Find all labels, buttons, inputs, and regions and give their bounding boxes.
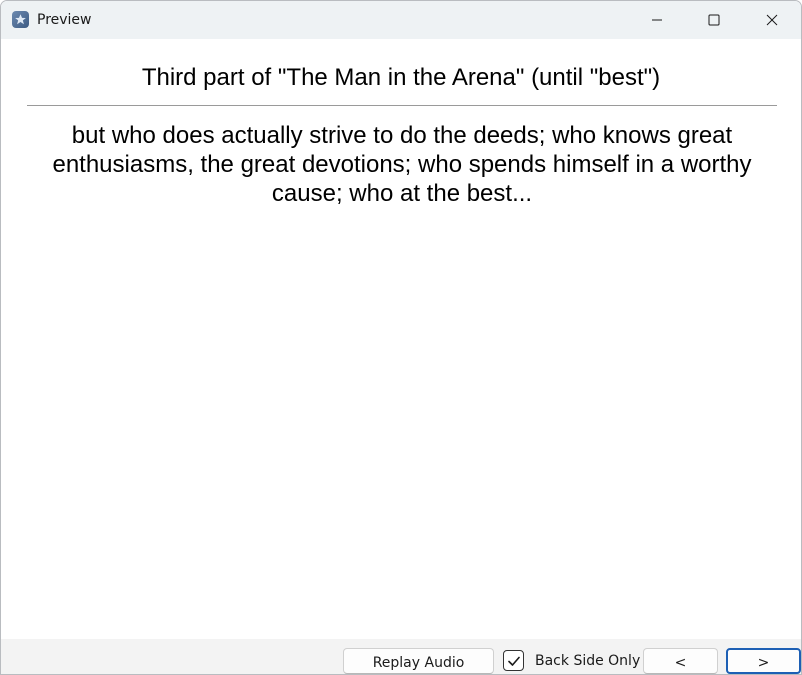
app-icon	[12, 11, 29, 28]
next-card-button[interactable]: >	[726, 648, 801, 674]
back-side-only-label[interactable]: Back Side Only	[535, 653, 640, 669]
checkmark-icon	[507, 656, 520, 666]
window-title: Preview	[37, 12, 92, 28]
card-preview-area: Third part of "The Man in the Arena" (un…	[1, 39, 801, 639]
bottom-toolbar: Replay Audio Back Side Only < >	[1, 639, 801, 674]
preview-window: Preview Third part of "The Man in the Ar…	[0, 0, 802, 675]
maximize-icon	[708, 14, 720, 26]
close-icon	[766, 14, 778, 26]
back-side-only-checkbox[interactable]	[503, 650, 524, 671]
minimize-button[interactable]	[628, 1, 686, 39]
replay-audio-button[interactable]: Replay Audio	[343, 648, 494, 674]
title-bar[interactable]: Preview	[1, 1, 801, 39]
card-back-text: but who does actually strive to do the d…	[52, 122, 752, 207]
star-icon	[15, 14, 26, 25]
card-front-text: Third part of "The Man in the Arena" (un…	[141, 64, 661, 91]
maximize-button[interactable]	[685, 1, 743, 39]
close-button[interactable]	[743, 1, 801, 39]
answer-divider	[27, 105, 777, 106]
previous-card-button[interactable]: <	[643, 648, 718, 674]
minimize-icon	[652, 19, 662, 21]
